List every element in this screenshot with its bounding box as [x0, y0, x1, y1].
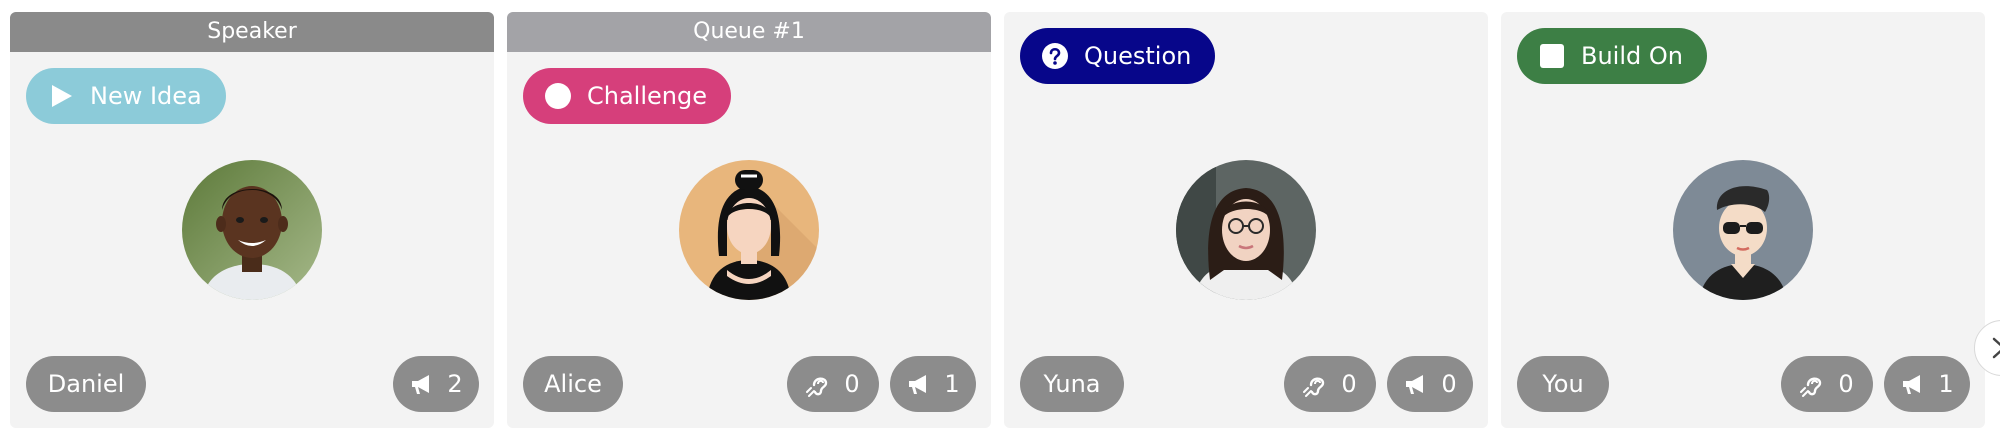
speak-count: 1: [1938, 370, 1954, 398]
megaphone-icon: [1406, 375, 1424, 394]
megaphone-icon: [909, 375, 927, 394]
listen-count-pill: 0: [1284, 356, 1376, 412]
megaphone-icon: [1903, 375, 1921, 394]
square-icon: [1540, 44, 1564, 68]
participant-card-daniel: Speaker New Idea Daniel 2: [10, 12, 494, 428]
speak-count-pill: 1: [1884, 356, 1970, 412]
boy-photo-avatar: [182, 160, 322, 300]
card-header-speaker: Speaker: [10, 12, 494, 52]
name-pill: Alice: [523, 356, 623, 412]
circle-icon: [545, 83, 571, 109]
hearing-assist-icon: [1303, 377, 1325, 397]
name-pill: Daniel: [26, 356, 146, 412]
megaphone-icon: [412, 375, 430, 394]
speak-count-pill: 1: [890, 356, 976, 412]
name-pill: Yuna: [1020, 356, 1124, 412]
listen-count-pill: 0: [1781, 356, 1873, 412]
tag-build-on[interactable]: Build On: [1517, 28, 1707, 84]
card-header-queue: Queue #1: [507, 12, 991, 52]
listen-count: 0: [1838, 370, 1854, 398]
speak-count: 1: [944, 370, 960, 398]
tag-label: Build On: [1581, 42, 1683, 70]
speak-count-pill: 2: [393, 356, 479, 412]
participant-card-yuna: Question Yuna 0 0: [1004, 12, 1488, 428]
question-icon: [1042, 43, 1068, 69]
tag-new-idea[interactable]: New Idea: [26, 68, 226, 124]
tag-label: Challenge: [587, 82, 707, 110]
tag-label: Question: [1084, 42, 1192, 70]
name-pill: You: [1517, 356, 1609, 412]
woman-glasses-photo-avatar: [1176, 160, 1316, 300]
speak-count: 0: [1441, 370, 1457, 398]
chevron-right-icon: [1992, 337, 2000, 359]
hearing-assist-icon: [806, 377, 828, 397]
participant-card-you: Build On You 0 1: [1501, 12, 1985, 428]
listen-count: 0: [844, 370, 860, 398]
tag-challenge[interactable]: Challenge: [523, 68, 731, 124]
listen-count: 0: [1341, 370, 1357, 398]
tag-label: New Idea: [90, 82, 202, 110]
woman-illustration-avatar: [679, 160, 819, 300]
participant-card-alice: Queue #1 Challenge Alice 0 1: [507, 12, 991, 428]
tag-question[interactable]: Question: [1020, 28, 1216, 84]
hearing-assist-icon: [1800, 377, 1822, 397]
speak-count: 2: [447, 370, 463, 398]
play-icon: [52, 85, 72, 107]
speak-count-pill: 0: [1387, 356, 1473, 412]
man-sunglasses-illustration-avatar: [1673, 160, 1813, 300]
listen-count-pill: 0: [787, 356, 879, 412]
